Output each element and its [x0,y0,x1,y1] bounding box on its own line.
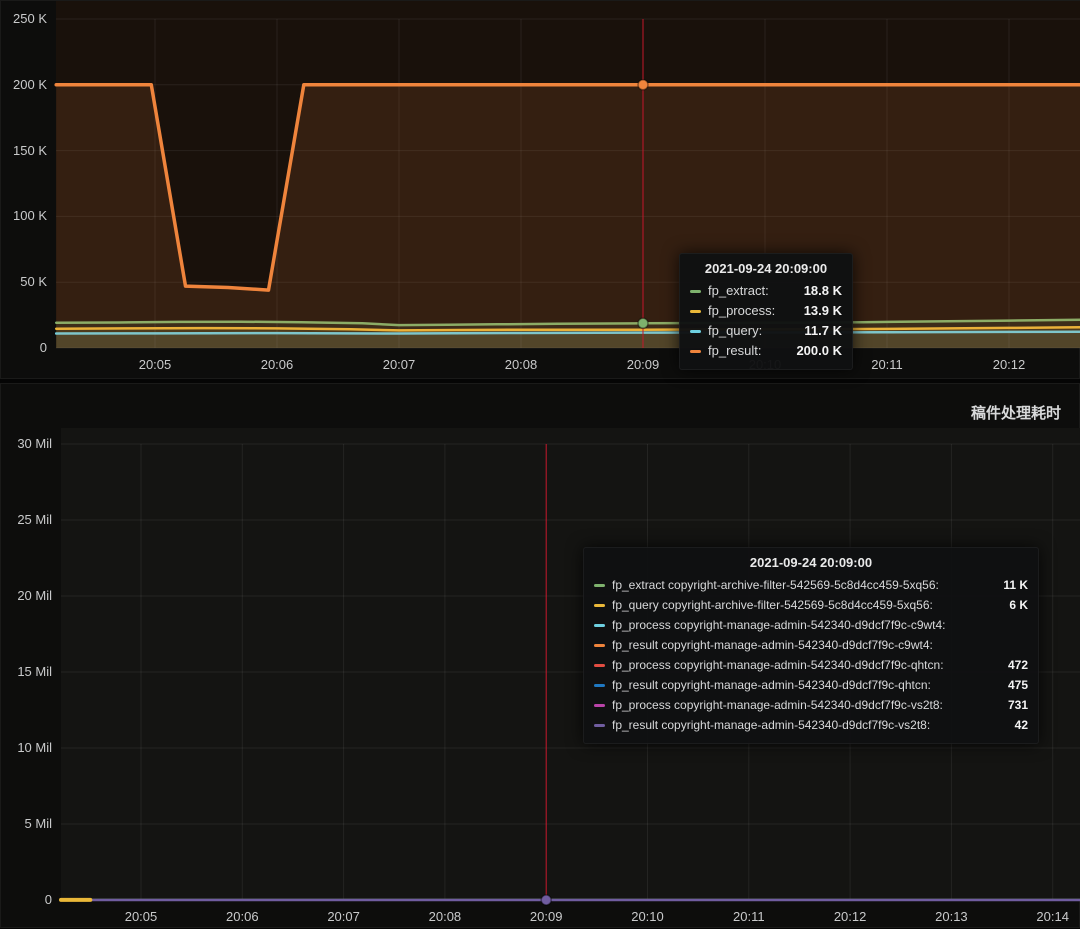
tooltip-series-label: fp_query: [708,323,763,338]
tooltip-series-row: fp_process: 13.9 K [690,301,842,321]
tooltip-rows: fp_extract copyright-archive-filter-5425… [594,575,1028,735]
tooltip-series-value: 42 [1014,718,1028,732]
tooltip-series-label: fp_process copyright-manage-admin-542340… [612,658,944,672]
tooltip-series-row: fp_process copyright-manage-admin-542340… [594,655,1028,675]
tooltip-series-value: 6 K [1009,598,1028,612]
tooltip-series-label: fp_extract: [708,283,769,298]
series-color-dash-icon [594,663,605,667]
tooltip-series-label: fp_extract copyright-archive-filter-5425… [612,578,939,592]
tooltip-series-label: fp_result: [708,343,762,358]
highlight-point [637,79,649,91]
tooltip-series-value: 18.8 K [803,283,842,298]
panel-title[interactable]: 稿件处理耗时 [971,402,1061,423]
tooltip-series-value: 200.0 K [796,343,842,358]
tooltip-rows: fp_extract: 18.8 K fp_process: 13.9 K fp_que… [690,281,842,361]
tooltip-series-row: fp_result: 200.0 K [690,341,842,361]
processing-tooltip: 2021-09-24 20:09:00 fp_extract copyright… [583,547,1039,744]
processing-time-panel: 稿件处理耗时 05 Mil 10 Mil 15 Mil 20 Mil 25 Mil 30 … [0,383,1080,928]
highlight-point [637,317,649,330]
tooltip-series-row: fp_result copyright-manage-admin-542340-… [594,715,1028,735]
series-color-dash-icon [594,583,605,587]
tooltip-series-label: fp_result copyright-manage-admin-542340-… [612,718,931,732]
throughput-chart-canvas[interactable] [1,1,1080,379]
series-color-dash-icon [690,329,701,333]
series-color-dash-icon [594,623,605,627]
tooltip-timestamp: 2021-09-24 20:09:00 [704,261,828,276]
throughput-chart-panel: 0 50 K 100 K 150 K 200 K 250 K 20:05 20:06 20:0… [0,0,1080,379]
tooltip-timestamp: 2021-09-24 20:09:00 [749,555,873,570]
series-color-dash-icon [690,289,701,293]
tooltip-series-label: fp_process copyright-manage-admin-542340… [612,698,943,712]
series-color-dash-icon [594,703,605,707]
series-color-dash-icon [690,309,701,313]
tooltip-series-value: 475 [1007,678,1028,692]
tooltip-series-row: fp_result copyright-manage-admin-542340-… [594,675,1028,695]
series-color-dash-icon [594,603,605,607]
tooltip-series-label: fp_result copyright-manage-admin-542340-… [612,638,933,652]
tooltip-series-row: fp_process copyright-manage-admin-542340… [594,615,1028,635]
tooltip-series-row: fp_query copyright-archive-filter-542569… [594,595,1028,615]
tooltip-series-row: fp_extract copyright-archive-filter-5425… [594,575,1028,595]
tooltip-series-label: fp_process copyright-manage-admin-542340… [612,618,946,632]
series-color-dash-icon [690,349,701,353]
series-color-dash-icon [594,723,605,727]
tooltip-series-row: fp_query: 11.7 K [690,321,842,341]
tooltip-series-label: fp_query copyright-archive-filter-542569… [612,598,933,612]
throughput-tooltip: 2021-09-24 20:09:00 fp_extract: 18.8 Kfp_… [679,253,853,370]
tooltip-series-row: fp_process copyright-manage-admin-542340… [594,695,1028,715]
tooltip-series-row: fp_result copyright-manage-admin-542340-… [594,635,1028,655]
tooltip-series-value: 472 [1007,658,1028,672]
tooltip-series-row: fp_extract: 18.8 K [690,281,842,301]
highlight-point [540,894,552,906]
tooltip-series-label: fp_process: [708,303,776,318]
tooltip-series-value: 11.7 K [804,323,842,338]
tooltip-series-value: 13.9 K [803,303,842,318]
series-color-dash-icon [594,683,605,687]
tooltip-series-label: fp_result copyright-manage-admin-542340-… [612,678,931,692]
series-color-dash-icon [594,643,605,647]
tooltip-series-value: 731 [1007,698,1028,712]
tooltip-series-value: 11 K [1003,578,1028,592]
